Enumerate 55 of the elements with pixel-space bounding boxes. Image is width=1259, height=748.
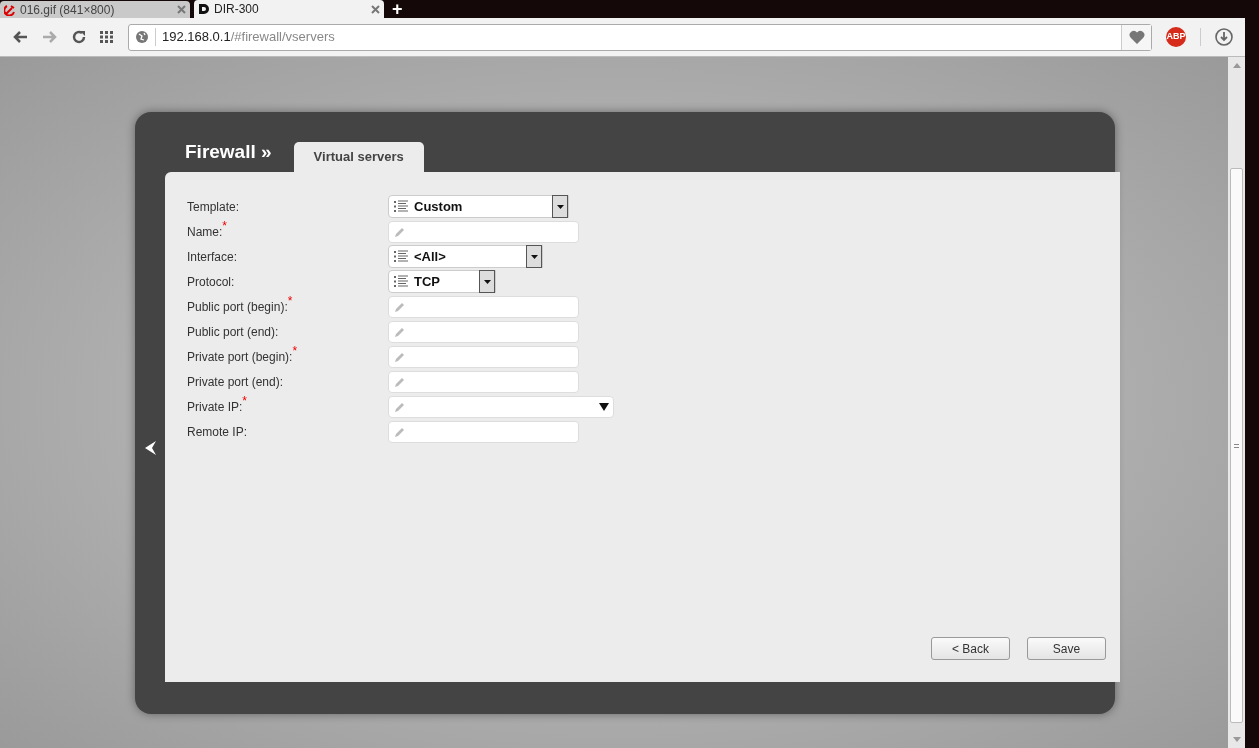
input-field[interactable] (388, 420, 579, 443)
scroll-up-icon[interactable] (1232, 63, 1241, 68)
browser-tab[interactable]: DIR-300 (194, 0, 384, 18)
field-label: Interface: (187, 248, 238, 266)
dropdown-caret-icon (556, 204, 564, 209)
scroll-down-icon[interactable] (1232, 737, 1241, 742)
download-icon[interactable] (1215, 28, 1233, 46)
bookmark-button[interactable] (1121, 24, 1151, 50)
pencil-icon (394, 400, 406, 413)
pencil-icon (394, 350, 406, 363)
d-logo-icon (198, 3, 210, 15)
dropdown-caret-icon (599, 402, 609, 411)
input-field[interactable] (388, 370, 579, 393)
heart-icon (1128, 30, 1145, 44)
pencil-icon (394, 300, 406, 313)
scrollbar-thumb[interactable] (1230, 168, 1243, 723)
input-field[interactable] (388, 320, 579, 343)
dropdown[interactable]: <All> (388, 245, 543, 268)
dropdown-caret-icon (530, 254, 538, 259)
form-button[interactable]: < Back (931, 637, 1010, 660)
reload-icon[interactable] (72, 30, 86, 44)
dropdown[interactable]: Custom (388, 195, 569, 218)
back-icon[interactable] (12, 30, 28, 44)
field-label: Protocol: (187, 273, 235, 291)
browser-tab[interactable]: 016.gif (841×800) (0, 1, 190, 18)
apps-grid-icon[interactable] (100, 31, 114, 43)
close-icon[interactable] (371, 4, 380, 14)
dropdown[interactable]: TCP (388, 270, 496, 293)
form-button[interactable]: Save (1027, 637, 1106, 660)
list-icon (394, 250, 409, 263)
pencil-icon (394, 425, 406, 438)
field-label: Public port (end): (187, 323, 279, 341)
field-label: Private port (end): (187, 373, 284, 391)
new-tab-button[interactable]: + (392, 0, 403, 18)
combo-box[interactable] (388, 395, 614, 418)
input-field[interactable] (388, 345, 579, 368)
url-host: 192.168.0.1 (162, 28, 231, 47)
address-bar[interactable]: 192.168.0.1/#firewall/vservers (128, 23, 1152, 51)
pencil-icon (394, 325, 406, 338)
url-path: /#firewall/vservers (230, 28, 335, 47)
pencil-icon (394, 225, 406, 238)
field-label: Template: (187, 198, 240, 216)
close-icon[interactable] (177, 5, 186, 14)
section-title: Firewall » (185, 139, 272, 164)
collapse-arrow-icon[interactable] (143, 440, 157, 456)
adblock-button[interactable]: ABP (1166, 27, 1186, 47)
section-tab[interactable]: Virtual servers (293, 142, 424, 172)
dropdown-caret-icon (483, 279, 491, 284)
forward-icon[interactable] (42, 30, 58, 44)
input-field[interactable] (388, 220, 579, 243)
field-label: Remote IP: (187, 423, 248, 441)
input-field[interactable] (388, 295, 579, 318)
list-icon (394, 200, 409, 213)
list-icon (394, 275, 409, 288)
pencil-icon (394, 375, 406, 388)
